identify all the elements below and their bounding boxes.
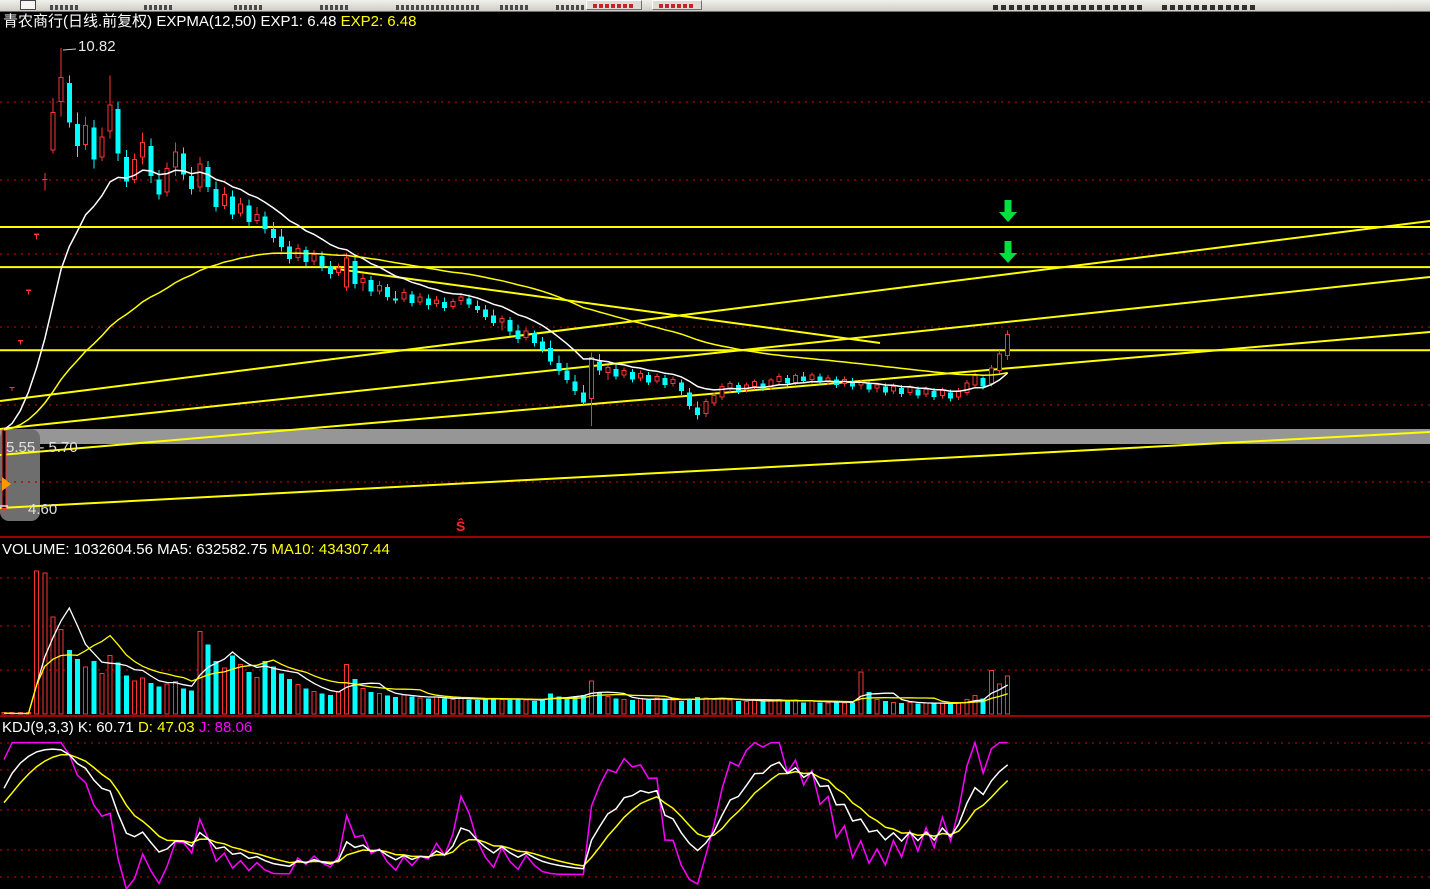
kdj-k-line bbox=[4, 749, 1008, 869]
kdj-j-line bbox=[4, 743, 1008, 889]
exp1-line bbox=[4, 170, 1008, 430]
diagonal-trendline[interactable] bbox=[0, 221, 1430, 401]
peak-price-annotation: 10.82 bbox=[78, 39, 116, 54]
down-arrow-icon bbox=[999, 200, 1017, 222]
exp1-value-label: EXP1: 6.48 bbox=[261, 13, 337, 30]
low-price-annotation: 4.60 bbox=[28, 502, 57, 517]
volume-header-row: VOLUME: 1032604.56 MA5: 632582.75 MA10: … bbox=[2, 542, 390, 557]
volume-ma10-line bbox=[4, 636, 1008, 714]
kdj-k-label: K: 60.71 bbox=[78, 719, 134, 736]
chart-svg bbox=[0, 0, 1430, 889]
gridlines bbox=[0, 102, 1430, 877]
volume-ma5-label: MA5: 632582.75 bbox=[157, 541, 267, 558]
kdj-params-label: KDJ(9,3,3) bbox=[2, 719, 74, 736]
expma-lines bbox=[4, 170, 1008, 430]
exp2-value-label: EXP2: 6.48 bbox=[341, 13, 417, 30]
kdj-lines bbox=[4, 743, 1008, 889]
volume-bars bbox=[2, 571, 1010, 714]
down-arrow-icon bbox=[999, 241, 1017, 263]
volume-value-label: VOLUME: 1032604.56 bbox=[2, 541, 153, 558]
trendlines bbox=[0, 221, 1430, 508]
kdj-header-row: KDJ(9,3,3) K: 60.71 D: 47.03 J: 88.06 bbox=[2, 720, 252, 735]
kdj-j-label: J: 88.06 bbox=[199, 719, 252, 736]
exp2-line bbox=[4, 253, 1008, 430]
kdj-d-label: D: 47.03 bbox=[138, 719, 195, 736]
stock-title-label: 青农商行(日线.前复权) EXPMA(12,50) bbox=[3, 13, 256, 30]
trading-app-window: 青农商行(日线.前复权) EXPMA(12,50) EXP1: 6.48 EXP… bbox=[0, 0, 1430, 889]
diagonal-trendline[interactable] bbox=[0, 277, 1430, 429]
gap-range-annotation: 5.55 - 5.70 bbox=[6, 440, 78, 455]
volume-ma10-label: MA10: 434307.44 bbox=[271, 541, 389, 558]
sell-signal-marker: Ŝ bbox=[456, 519, 465, 533]
signal-arrows bbox=[999, 200, 1017, 263]
volume-ma-lines bbox=[4, 608, 1008, 714]
volume-ma5-line bbox=[4, 608, 1008, 714]
chart-title-row: 青农商行(日线.前复权) EXPMA(12,50) EXP1: 6.48 EXP… bbox=[3, 14, 417, 29]
